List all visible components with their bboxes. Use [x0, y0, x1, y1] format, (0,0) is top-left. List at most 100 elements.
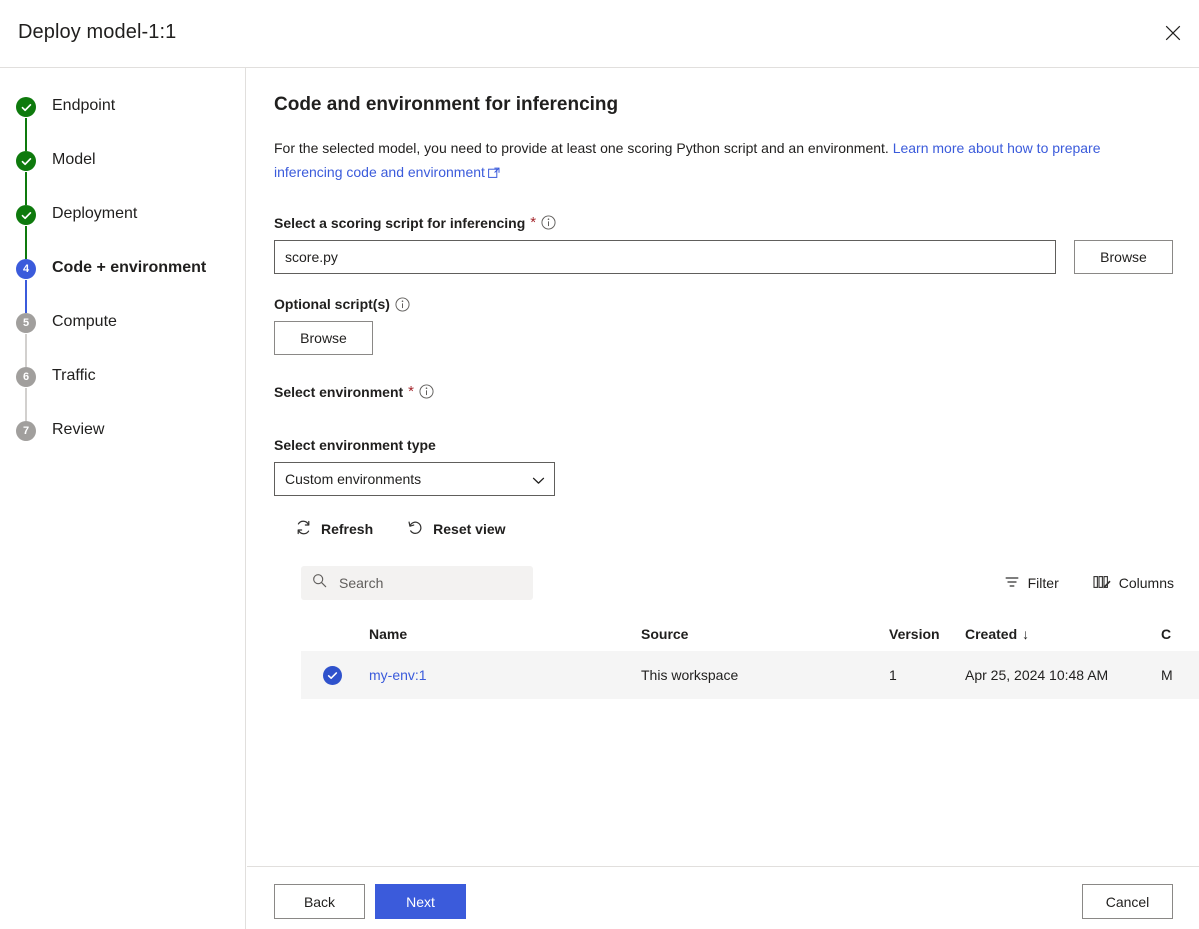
step-number-badge: 7: [16, 421, 36, 441]
step-marker-model: [16, 151, 36, 171]
next-button[interactable]: Next: [375, 884, 466, 919]
environment-name-link[interactable]: my-env:1: [369, 667, 427, 683]
browse-scoring-script-button[interactable]: Browse: [1074, 240, 1173, 274]
row-checkbox-checked-icon[interactable]: [323, 666, 342, 685]
table-toolbar: Filter Columns: [301, 565, 1199, 601]
close-icon: [1165, 25, 1181, 44]
sidebar-item-label: Model: [52, 150, 96, 170]
environment-type-value: Custom environments: [285, 471, 421, 487]
sidebar-item-label: Endpoint: [52, 96, 115, 116]
wizard-sidebar: Endpoint Model: [0, 68, 246, 929]
scoring-script-label-text: Select a scoring script for inferencing: [274, 215, 525, 231]
column-header-version[interactable]: Version: [889, 626, 965, 642]
select-environment-label-text: Select environment: [274, 384, 403, 400]
sidebar-item-label: Code + environment: [52, 258, 206, 278]
section-heading: Code and environment for inferencing: [274, 94, 1199, 116]
back-button[interactable]: Back: [274, 884, 365, 919]
sidebar-item-label: Review: [52, 420, 104, 440]
sidebar-item-label: Deployment: [52, 204, 137, 224]
sort-descending-icon: ↓: [1022, 626, 1029, 642]
intro-text: For the selected model, you need to prov…: [274, 140, 893, 156]
environments-grid: Name Source Version Created↓ C my: [301, 617, 1199, 699]
browse-optional-scripts-button[interactable]: Browse: [274, 321, 373, 355]
environment-command-bar: Refresh Reset view: [291, 514, 1199, 544]
scoring-script-label: Select a scoring script for inferencing …: [274, 214, 1199, 231]
wizard-steps: Endpoint Model: [16, 96, 206, 474]
step-connector: [25, 388, 27, 421]
reset-view-button[interactable]: Reset view: [403, 514, 509, 544]
search-icon: [312, 573, 327, 593]
column-header-modified[interactable]: C: [1161, 626, 1199, 642]
info-icon[interactable]: [541, 215, 556, 230]
step-marker-compute: 5: [16, 313, 36, 333]
scoring-script-input[interactable]: [274, 240, 1056, 274]
columns-icon: [1093, 574, 1111, 593]
environment-type-label: Select environment type: [274, 437, 1199, 453]
step-connector: [25, 334, 27, 367]
info-icon[interactable]: [395, 297, 410, 312]
footer-primary-actions: Back Next: [274, 884, 466, 919]
environment-type-select[interactable]: Custom environments: [274, 462, 555, 496]
step-connector: [25, 226, 27, 259]
chevron-down-icon: [532, 474, 545, 490]
step-number-badge: 4: [16, 259, 36, 279]
step-connector: [25, 280, 27, 313]
table-row[interactable]: my-env:1 This workspace 1 Apr 25, 2024 1…: [301, 651, 1199, 699]
optional-scripts-label: Optional script(s): [274, 296, 1199, 312]
external-link-icon: [488, 162, 500, 186]
environment-type-label-text: Select environment type: [274, 437, 436, 453]
footer-secondary-actions: Cancel: [1082, 884, 1173, 919]
refresh-label: Refresh: [321, 521, 373, 537]
check-icon: [16, 151, 36, 171]
step-marker-traffic: 6: [16, 367, 36, 387]
dialog-footer: Back Next Cancel: [247, 866, 1199, 929]
step-marker-code-environment: 4: [16, 259, 36, 279]
required-asterisk: *: [408, 383, 414, 400]
step-marker-review: 7: [16, 421, 36, 441]
step-marker-deployment: [16, 205, 36, 225]
sidebar-item-model[interactable]: Model: [16, 150, 206, 204]
column-header-name[interactable]: Name: [369, 626, 641, 642]
step-number-badge: 5: [16, 313, 36, 333]
sidebar-item-endpoint[interactable]: Endpoint: [16, 96, 206, 150]
sidebar-item-review[interactable]: 7 Review: [16, 420, 206, 474]
filter-icon: [1004, 574, 1020, 593]
step-marker-endpoint: [16, 97, 36, 117]
sidebar-item-compute[interactable]: 5 Compute: [16, 312, 206, 366]
refresh-button[interactable]: Refresh: [291, 514, 377, 544]
main-content: Code and environment for inferencing For…: [247, 68, 1199, 866]
columns-label: Columns: [1119, 575, 1174, 591]
info-icon[interactable]: [419, 384, 434, 399]
row-source-cell: This workspace: [641, 667, 889, 683]
row-select-cell[interactable]: [301, 666, 369, 685]
page-title: Deploy model-1:1: [18, 21, 176, 44]
sidebar-item-deployment[interactable]: Deployment: [16, 204, 206, 258]
search-input[interactable]: [337, 574, 511, 592]
sidebar-item-code-environment[interactable]: 4 Code + environment: [16, 258, 206, 312]
column-header-created[interactable]: Created ↓: [965, 626, 1161, 642]
table-toolbar-actions: Filter Columns: [1001, 570, 1177, 597]
required-asterisk: *: [530, 214, 536, 231]
search-box[interactable]: [301, 566, 533, 600]
row-created-cell: Apr 25, 2024 10:48 AM: [965, 667, 1161, 683]
refresh-icon: [295, 519, 312, 539]
row-modified-cell: M: [1161, 667, 1199, 683]
columns-button[interactable]: Columns: [1090, 570, 1177, 597]
reset-view-label: Reset view: [433, 521, 505, 537]
row-version-cell: 1: [889, 667, 965, 683]
cancel-button[interactable]: Cancel: [1082, 884, 1173, 919]
column-header-created-label: Created: [965, 626, 1017, 642]
column-header-source[interactable]: Source: [641, 626, 889, 642]
check-icon: [16, 205, 36, 225]
table-header-row: Name Source Version Created ↓ C: [301, 617, 1199, 651]
close-button[interactable]: [1153, 14, 1193, 54]
row-name-cell: my-env:1: [369, 667, 641, 683]
reset-view-icon: [407, 519, 424, 539]
filter-label: Filter: [1028, 575, 1059, 591]
sidebar-item-traffic[interactable]: 6 Traffic: [16, 366, 206, 420]
optional-scripts-label-text: Optional script(s): [274, 296, 390, 312]
dialog-titlebar: Deploy model-1:1: [0, 0, 1199, 68]
select-environment-label: Select environment *: [274, 383, 1199, 400]
step-number-badge: 6: [16, 367, 36, 387]
filter-button[interactable]: Filter: [1001, 570, 1062, 597]
